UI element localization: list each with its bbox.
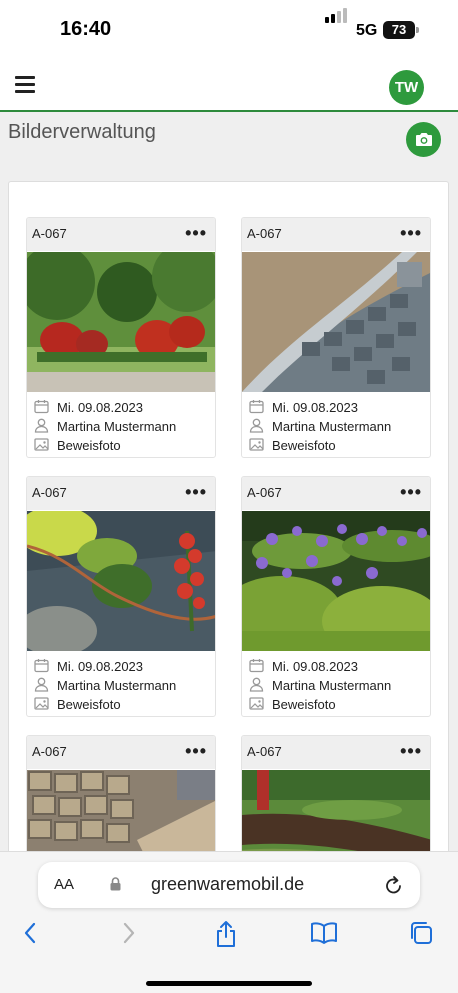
card-menu-button[interactable]: •••: [185, 224, 207, 242]
card-header: A-067 •••: [242, 477, 430, 510]
page-title: Bilderverwaltung: [8, 121, 156, 143]
card-date: Mi. 09.08.2023: [272, 400, 359, 415]
card-id: A-067: [247, 744, 282, 759]
card-date: Mi. 09.08.2023: [57, 659, 144, 674]
calendar-icon: [34, 659, 49, 673]
card-date: Mi. 09.08.2023: [272, 659, 359, 674]
url-text[interactable]: greenwaremobil.de: [151, 874, 304, 895]
reload-icon[interactable]: [384, 874, 404, 896]
browser-toolbar: AA greenwaremobil.de: [0, 851, 458, 993]
card-header: A-067 •••: [27, 218, 215, 251]
image-icon: [249, 438, 264, 451]
card-photo-allium-hedges[interactable]: [242, 511, 430, 651]
card-date: Mi. 09.08.2023: [57, 400, 144, 415]
card-date-row: Mi. 09.08.2023: [27, 397, 215, 416]
calendar-icon: [249, 659, 264, 673]
card-id: A-067: [247, 226, 282, 241]
card-menu-button[interactable]: •••: [185, 742, 207, 760]
card-header: A-067 •••: [242, 218, 430, 251]
network-type: 5G: [356, 22, 378, 39]
image-card[interactable]: A-067 ••• Mi. 09.08.2023 Martina Musterm…: [241, 476, 431, 717]
card-menu-button[interactable]: •••: [400, 224, 422, 242]
card-id: A-067: [32, 485, 67, 500]
card-type-row: Beweisfoto: [242, 694, 430, 713]
image-icon: [34, 438, 49, 451]
card-user: Martina Mustermann: [272, 419, 392, 434]
battery-tip: [416, 27, 419, 33]
reader-settings-button[interactable]: AA: [54, 876, 74, 893]
card-type-row: Beweisfoto: [27, 435, 215, 454]
card-header: A-067 •••: [27, 736, 215, 769]
lock-icon: [110, 877, 121, 891]
card-menu-button[interactable]: •••: [185, 483, 207, 501]
card-date-row: Mi. 09.08.2023: [27, 656, 215, 675]
browser-nav-row: [0, 920, 458, 952]
card-date-row: Mi. 09.08.2023: [242, 656, 430, 675]
card-photo-paving-stones[interactable]: [242, 252, 430, 392]
image-card[interactable]: A-067 ••• Mi. 09.08.2023 Martina Musterm…: [26, 217, 216, 458]
card-user-row: Martina Mustermann: [242, 675, 430, 694]
camera-button[interactable]: [406, 122, 441, 157]
calendar-icon: [34, 400, 49, 414]
user-icon: [34, 418, 49, 433]
user-avatar[interactable]: TW: [389, 70, 424, 105]
user-icon: [249, 677, 264, 692]
card-photo-irrigation-bed[interactable]: [27, 511, 215, 651]
card-id: A-067: [32, 744, 67, 759]
status-bar: 16:40 5G 73: [0, 0, 458, 60]
status-time: 16:40: [60, 18, 112, 40]
card-type-row: Beweisfoto: [27, 694, 215, 713]
card-header: A-067 •••: [242, 736, 430, 769]
card-user-row: Martina Mustermann: [27, 416, 215, 435]
menu-icon[interactable]: [15, 76, 35, 93]
battery-icon: 73: [383, 21, 415, 39]
card-type: Beweisfoto: [57, 697, 121, 712]
image-icon: [34, 697, 49, 710]
card-user: Martina Mustermann: [272, 678, 392, 693]
card-menu-button[interactable]: •••: [400, 742, 422, 760]
card-photo-topiary-garden[interactable]: [27, 252, 215, 392]
bookmarks-icon[interactable]: [310, 920, 338, 946]
card-date-row: Mi. 09.08.2023: [242, 397, 430, 416]
camera-icon: [416, 133, 432, 146]
address-bar[interactable]: AA greenwaremobil.de: [38, 862, 420, 908]
card-user: Martina Mustermann: [57, 678, 177, 693]
card-type: Beweisfoto: [272, 697, 336, 712]
tabs-icon[interactable]: [408, 920, 434, 946]
calendar-icon: [249, 400, 264, 414]
card-type-row: Beweisfoto: [242, 435, 430, 454]
user-icon: [34, 677, 49, 692]
card-header: A-067 •••: [27, 477, 215, 510]
card-type: Beweisfoto: [57, 438, 121, 453]
card-id: A-067: [247, 485, 282, 500]
card-user: Martina Mustermann: [57, 419, 177, 434]
app-header: TW: [0, 60, 458, 112]
forward-icon[interactable]: [121, 920, 137, 946]
home-indicator: [146, 981, 312, 986]
card-id: A-067: [32, 226, 67, 241]
card-user-row: Martina Mustermann: [27, 675, 215, 694]
card-type: Beweisfoto: [272, 438, 336, 453]
card-menu-button[interactable]: •••: [400, 483, 422, 501]
image-icon: [249, 697, 264, 710]
share-icon[interactable]: [214, 920, 238, 948]
image-grid-panel: A-067 ••• Mi. 09.08.2023 Martina Musterm…: [8, 181, 449, 881]
back-icon[interactable]: [22, 920, 38, 946]
user-icon: [249, 418, 264, 433]
card-user-row: Martina Mustermann: [242, 416, 430, 435]
image-card[interactable]: A-067 ••• Mi. 09.08.2023 Martina Musterm…: [26, 476, 216, 717]
image-card[interactable]: A-067 ••• Mi. 09.08.2023 Martina Musterm…: [241, 217, 431, 458]
